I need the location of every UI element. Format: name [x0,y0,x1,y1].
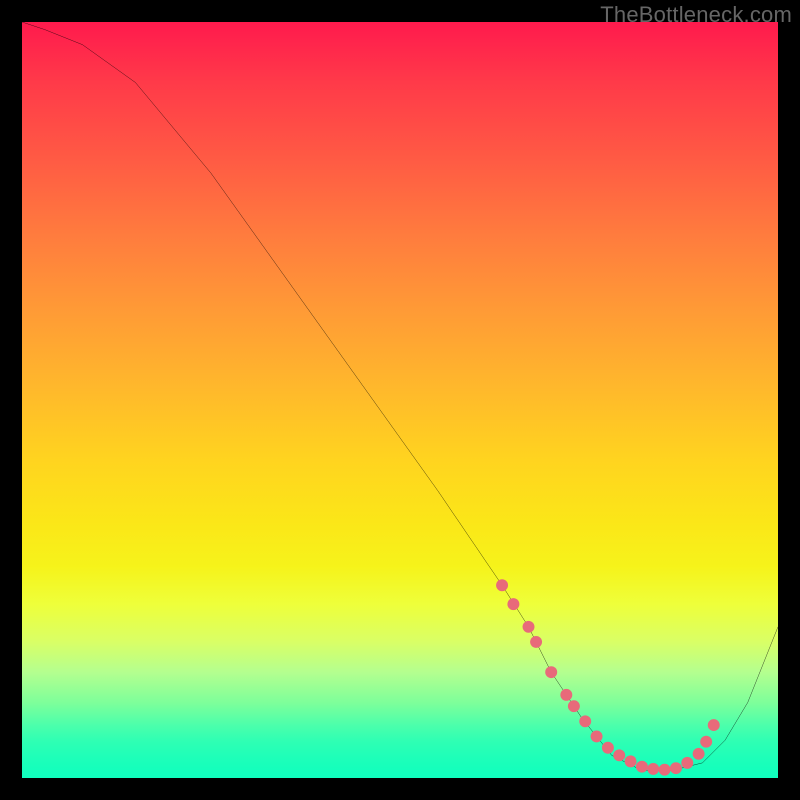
curve-marker [507,598,519,610]
curve-marker [602,742,614,754]
curve-marker [613,749,625,761]
curve-marker [496,579,508,591]
curve-marker [659,764,671,776]
curve-marker [708,719,720,731]
curve-marker [647,763,659,775]
plot-area [22,22,778,778]
curve-markers [496,579,720,775]
curve-marker [579,715,591,727]
curve-marker [523,621,535,633]
curve-marker [568,700,580,712]
curve-marker [560,689,572,701]
curve-marker [545,666,557,678]
curve-layer [22,22,778,778]
watermark-label: TheBottleneck.com [600,2,792,28]
curve-marker [693,748,705,760]
curve-marker [591,730,603,742]
curve-marker [670,762,682,774]
curve-marker [681,757,693,769]
curve-marker [700,736,712,748]
curve-marker [625,755,637,767]
curve-marker [636,761,648,773]
chart-frame: TheBottleneck.com [0,0,800,800]
bottleneck-curve [22,22,778,770]
curve-marker [530,636,542,648]
